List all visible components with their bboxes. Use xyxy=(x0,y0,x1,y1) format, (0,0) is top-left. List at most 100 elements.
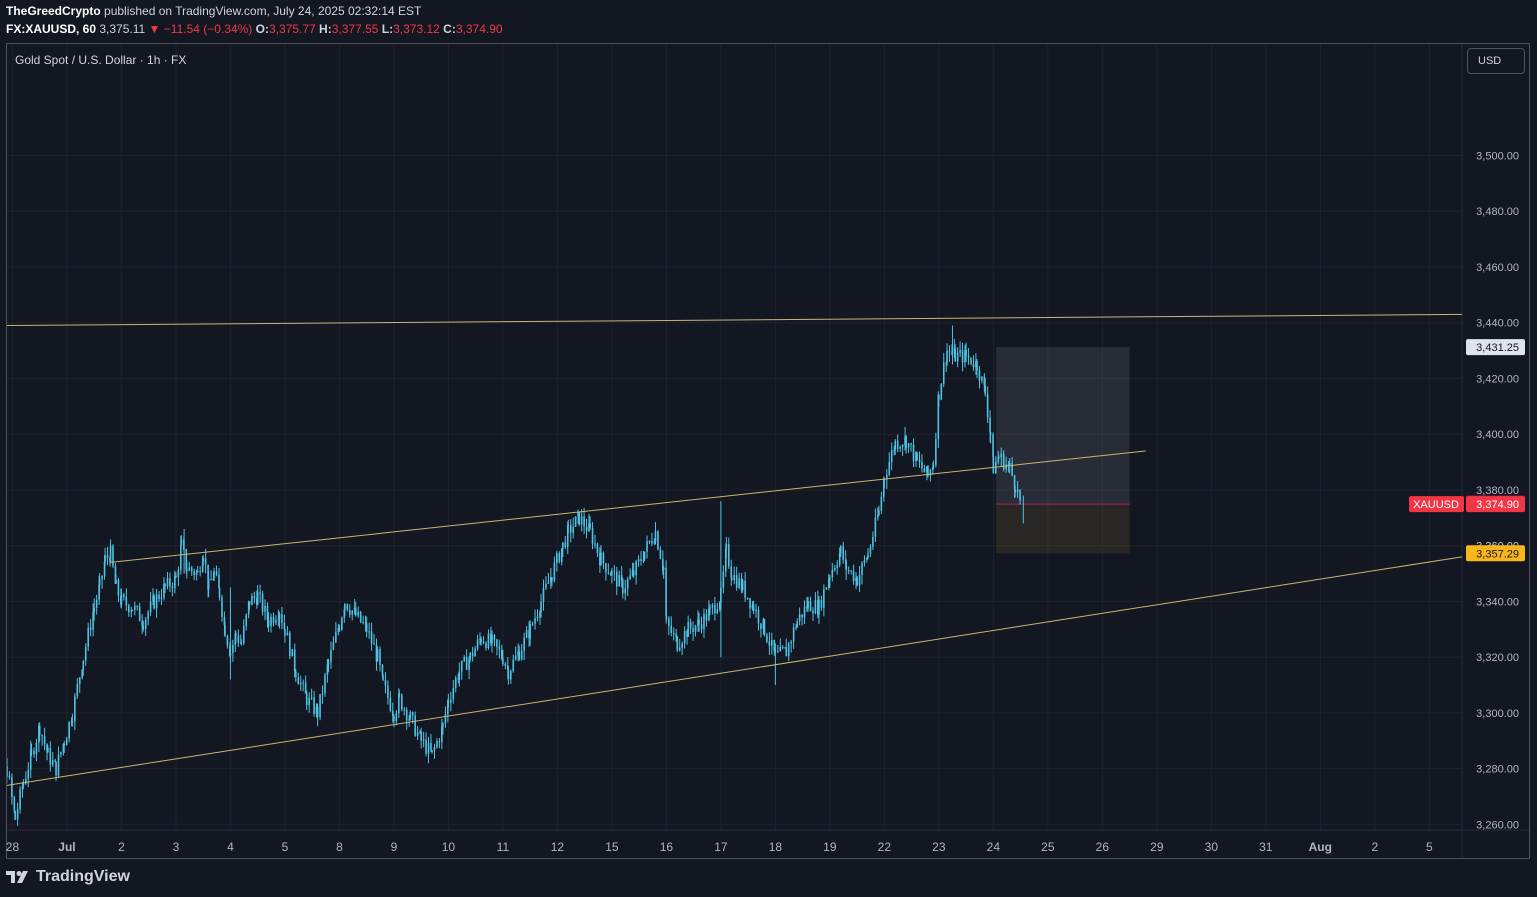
candle-body xyxy=(845,560,848,571)
candle-body xyxy=(894,440,897,450)
candle-body xyxy=(861,563,863,575)
price-chart[interactable]: 3,260.00 3,280.00 3,300.00 3,320.00 3,340.00… xyxy=(0,0,1537,897)
candle-body xyxy=(313,697,315,714)
candle-body xyxy=(512,659,515,671)
candle-body xyxy=(646,541,648,552)
candle-body xyxy=(534,618,536,624)
candle-body xyxy=(204,558,207,565)
candle-body xyxy=(569,524,572,533)
candle-body xyxy=(186,570,188,572)
candle-body xyxy=(458,671,461,680)
candle-body xyxy=(589,523,591,528)
candle-body xyxy=(514,655,517,660)
price-label: 3,357.29 xyxy=(1466,545,1525,562)
candle-body xyxy=(403,709,406,711)
currency-button[interactable]: USD xyxy=(1467,48,1525,74)
candle-body xyxy=(213,571,215,579)
candle-body xyxy=(938,394,940,400)
candle-body xyxy=(556,553,558,563)
candle-body xyxy=(615,571,618,587)
candle-body xyxy=(547,582,550,584)
candle-body xyxy=(127,605,130,613)
candle-body xyxy=(304,682,307,694)
candle-body xyxy=(33,750,35,755)
candle-body xyxy=(965,349,967,356)
candle-body xyxy=(267,619,270,627)
candle-body xyxy=(714,604,716,614)
x-tick-label: 15 xyxy=(605,840,619,854)
candle-body xyxy=(992,456,995,474)
candle-body xyxy=(382,675,384,681)
candle-body xyxy=(1,788,3,795)
candle-body xyxy=(251,596,253,606)
candles xyxy=(0,325,1024,826)
candle-body xyxy=(984,385,986,395)
candle-body xyxy=(820,599,823,608)
candle-body xyxy=(153,595,155,609)
candle-body xyxy=(436,741,438,748)
candle-body xyxy=(801,614,803,618)
candle-body xyxy=(654,531,657,542)
x-tick-label: 28 xyxy=(6,840,20,854)
candle-body xyxy=(687,622,689,637)
candle-body xyxy=(814,600,817,614)
candle-body xyxy=(553,562,556,581)
candle-body xyxy=(1000,453,1003,458)
candle-body xyxy=(226,636,229,646)
candle-body xyxy=(738,578,740,588)
candle-body xyxy=(330,649,332,662)
candle-body xyxy=(35,742,38,755)
candle-body xyxy=(450,699,452,703)
candle-body xyxy=(905,436,907,448)
x-tick-label: 9 xyxy=(391,840,398,854)
candle-body xyxy=(529,623,531,639)
candle-body xyxy=(1014,489,1016,493)
candle-body xyxy=(744,580,746,598)
y-tick-label: 3,340.00 xyxy=(1476,596,1519,608)
candle-body xyxy=(476,639,479,649)
candle-body xyxy=(807,600,809,609)
y-tick-label: 3,380.00 xyxy=(1476,485,1519,497)
candle-body xyxy=(253,596,256,599)
candle-body xyxy=(689,622,692,629)
candle-body xyxy=(362,621,364,623)
candle-body xyxy=(120,594,123,605)
tradingview-logo[interactable]: TradingView xyxy=(6,868,130,886)
candle-body xyxy=(232,644,234,654)
candle-body xyxy=(692,628,694,632)
candle-body xyxy=(632,570,635,576)
candle-body xyxy=(144,619,147,629)
candle-body xyxy=(562,542,564,549)
candle-body xyxy=(722,571,725,588)
x-tick-label: 17 xyxy=(714,840,728,854)
candle-body xyxy=(433,747,436,751)
candle-body xyxy=(215,571,218,575)
candle-body xyxy=(907,443,910,448)
candle-body xyxy=(474,648,476,657)
candle-body xyxy=(863,559,866,564)
candle-body xyxy=(409,712,412,719)
candle-body xyxy=(283,622,286,630)
candle-body xyxy=(836,564,839,569)
candle-body xyxy=(1008,462,1011,465)
candle-body xyxy=(471,652,474,657)
candle-body xyxy=(193,571,195,575)
candle-body xyxy=(763,619,766,635)
candle-body xyxy=(324,674,326,694)
x-tick-label: 19 xyxy=(823,840,837,854)
candle-body xyxy=(177,570,180,578)
x-tick-label: 2 xyxy=(1371,840,1378,854)
candle-body xyxy=(0,795,2,807)
candle-body xyxy=(109,545,112,563)
candle-body xyxy=(856,577,858,586)
candle-body xyxy=(49,748,52,765)
candle-body xyxy=(51,760,54,765)
candle-body xyxy=(760,623,762,630)
candle-body xyxy=(580,516,583,525)
candle-body xyxy=(954,348,957,362)
candle-body xyxy=(169,577,171,587)
candle-body xyxy=(166,577,169,587)
candle-body xyxy=(293,649,296,672)
y-tick-label: 3,420.00 xyxy=(1476,373,1519,385)
candle-body xyxy=(755,609,757,612)
